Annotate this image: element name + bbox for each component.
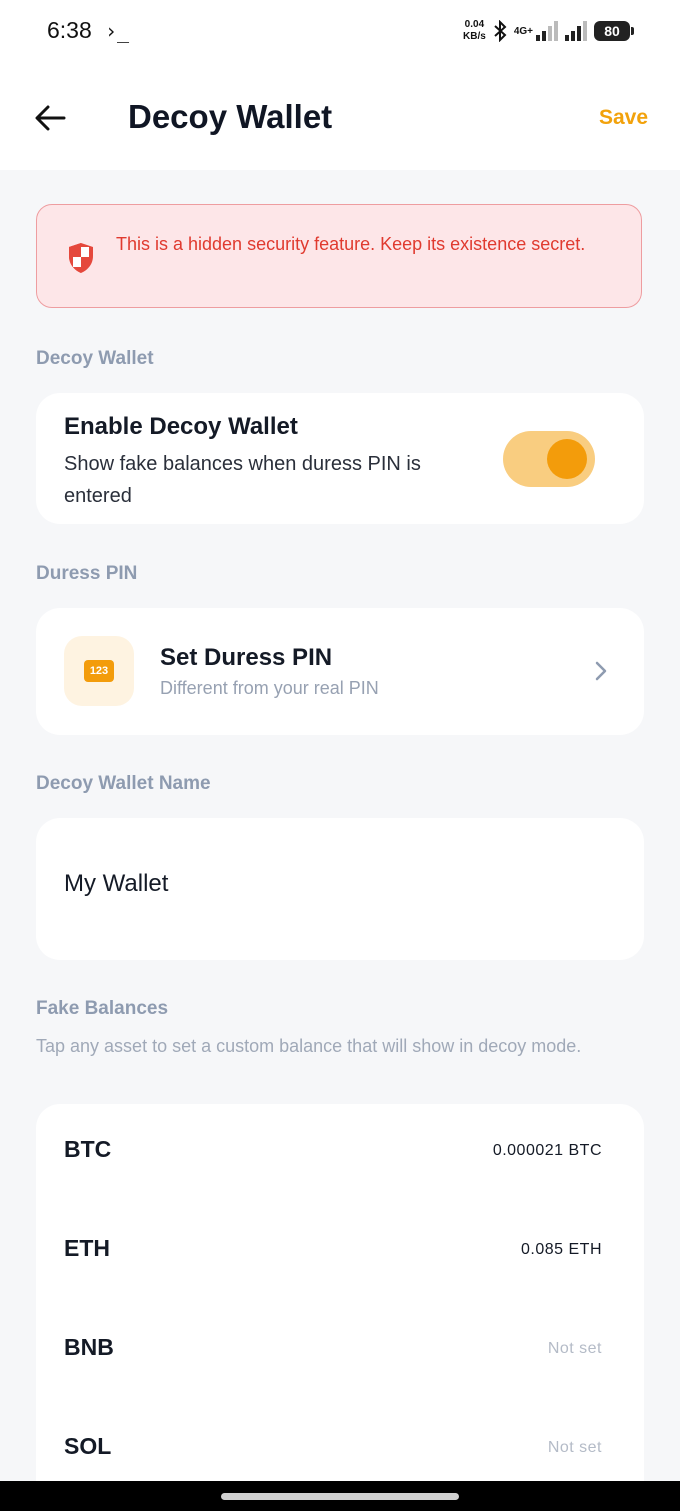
bluetooth-icon [494,20,507,42]
arrow-left-icon [35,105,66,131]
terminal-icon: ›_ [105,19,130,43]
wallet-name-card: My Wallet [36,818,644,960]
asset-balance: 0.000021 BTC [492,1142,602,1159]
network-type: 4G+ [513,25,533,37]
toggle-knob [547,439,587,479]
toggle-description: Show fake balances when duress PIN is en… [64,453,421,507]
asset-balance: Not set [547,1340,602,1357]
section-label-duress-pin: Duress PIN [36,563,138,584]
shield-icon [69,243,93,273]
network-speed-value: 0.04 [464,19,485,30]
status-icons: 0.04 KB/s 4G+ 80 [463,14,634,48]
asset-row-bnb[interactable]: BNB Not set [36,1302,644,1401]
battery-icon: 80 [594,21,634,41]
asset-symbol: ETH [64,1235,110,1261]
save-button[interactable]: Save [599,106,648,130]
asset-balance: Not set [547,1439,602,1456]
page-title: Decoy Wallet [128,98,333,135]
toggle-title: Enable Decoy Wallet [64,413,298,440]
duress-pin-subtitle: Different from your real PIN [160,678,379,698]
chevron-right-icon [595,661,607,681]
signal-icon-1 [536,21,558,41]
enable-decoy-toggle[interactable] [503,431,595,487]
wallet-name-input[interactable]: My Wallet [64,870,168,898]
asset-symbol: SOL [64,1433,112,1459]
duress-pin-title: Set Duress PIN [160,644,333,671]
status-time: 6:38 [47,17,92,43]
asset-row-btc[interactable]: BTC 0.000021 BTC [36,1104,644,1203]
back-button[interactable] [30,98,70,138]
asset-balance: 0.085 ETH [521,1241,602,1258]
section-label-wallet-name: Decoy Wallet Name [36,773,211,794]
home-gesture-handle[interactable] [221,1493,459,1500]
alert-text: This is a hidden security feature. Keep … [116,234,586,254]
section-label-fake-balances: Fake Balances [36,998,169,1019]
asset-symbol: BTC [64,1136,112,1162]
fake-balances-helper: Tap any asset to set a custom balance th… [36,1036,582,1056]
decoy-toggle-card: Enable Decoy Wallet Show fake balances w… [36,393,644,524]
network-speed: 0.04 KB/s [463,19,486,43]
asset-symbol: BNB [64,1334,114,1360]
section-label-decoy-wallet: Decoy Wallet [36,348,154,369]
app-bar: Decoy Wallet Save [0,64,680,170]
system-navigation-bar [0,1481,680,1511]
signal-icon-2 [565,21,587,41]
status-bar: 6:38 ›_ 0.04 KB/s 4G+ 80 [0,0,680,64]
network-speed-unit: KB/s [463,31,486,42]
asset-row-eth[interactable]: ETH 0.085 ETH [36,1203,644,1302]
pin-icon-container: 123 [64,636,134,706]
fake-balances-card: BTC 0.000021 BTC ETH 0.085 ETH BNB Not s… [36,1104,644,1494]
security-alert: This is a hidden security feature. Keep … [36,204,642,308]
pin-keypad-icon: 123 [84,660,114,682]
set-duress-pin-row[interactable]: 123 Set Duress PIN Different from your r… [36,608,644,735]
